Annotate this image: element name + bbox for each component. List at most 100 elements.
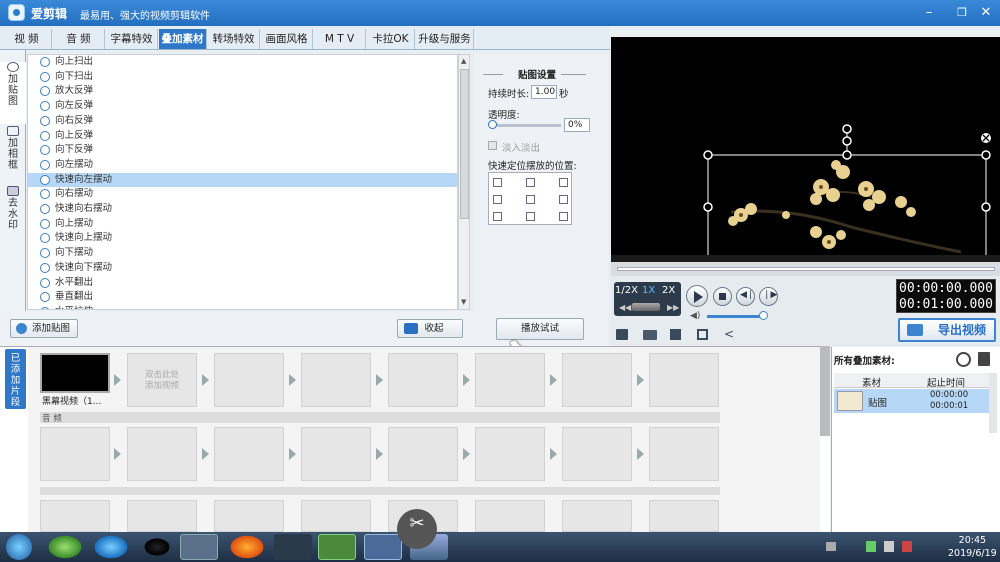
effect-list-item[interactable]: 水平拉伸 — [28, 305, 457, 309]
back-icon[interactable] — [956, 352, 971, 367]
radio-button-icon[interactable] — [40, 86, 50, 97]
radio-button-icon[interactable] — [40, 277, 50, 288]
overlay-item-row[interactable]: 贴图 00:00:00 00:00:01 — [834, 389, 996, 413]
radio-button-icon[interactable] — [40, 204, 50, 214]
radio-button-icon[interactable] — [40, 248, 50, 259]
tab-overlay-material[interactable]: 叠加素材 — [159, 29, 207, 49]
security-shield-icon[interactable] — [318, 534, 356, 560]
video-slot[interactable] — [388, 353, 458, 407]
radio-button-icon[interactable] — [40, 71, 50, 82]
collapse-button[interactable]: 收起 — [397, 319, 463, 338]
taskbar-app-icon[interactable] — [274, 534, 312, 560]
track-slot[interactable] — [301, 500, 371, 532]
effect-list-item[interactable]: 快速向左摆动 — [28, 172, 457, 188]
rewind-icon[interactable]: ◀◀ — [619, 303, 631, 312]
audio-slot[interactable] — [649, 427, 719, 481]
video-slot[interactable] — [562, 353, 632, 407]
timeline-scrollbar[interactable] — [820, 346, 830, 436]
opacity-input[interactable]: 0% — [564, 118, 590, 132]
effect-list-item[interactable]: 向左反弹 — [28, 99, 457, 114]
tab-karaoke[interactable]: 卡拉OK — [367, 29, 415, 49]
scroll-up-icon[interactable]: ▲ — [461, 57, 466, 65]
radio-button-icon[interactable] — [40, 189, 50, 200]
position-bottom-left[interactable] — [493, 212, 502, 221]
audio-slot[interactable] — [301, 427, 371, 481]
next-frame-button[interactable]: ❘▶ — [759, 287, 778, 306]
tab-picture-style[interactable]: 画面风格 — [261, 29, 313, 49]
effect-list-item[interactable]: 快速向下摆动 — [28, 261, 457, 276]
radio-button-icon[interactable] — [40, 57, 50, 67]
effect-list-item[interactable]: 垂直翻出 — [28, 290, 457, 305]
track-slot[interactable] — [475, 500, 545, 532]
radio-button-icon[interactable] — [40, 115, 50, 126]
effect-list-item[interactable]: 向下摆动 — [28, 246, 457, 261]
radio-button-icon[interactable] — [40, 145, 50, 156]
effect-list-item[interactable]: 向下扫出 — [28, 70, 457, 85]
tab-transition-effects[interactable]: 转场特效 — [208, 29, 260, 49]
tray-icon[interactable] — [866, 541, 876, 552]
speed-half-button[interactable]: 1/2X — [615, 285, 638, 296]
scroll-down-icon[interactable]: ▼ — [461, 298, 466, 306]
audio-slot[interactable] — [388, 427, 458, 481]
seek-bar[interactable]: ⌄ — [611, 262, 1000, 280]
open-folder-icon[interactable] — [643, 330, 657, 340]
effect-list-item[interactable]: 向右反弹 — [28, 114, 457, 129]
system-clock[interactable]: 20:45 2019/6/19 — [948, 534, 997, 560]
firefox-icon[interactable] — [228, 534, 266, 560]
minimize-button[interactable]: – — [915, 3, 943, 23]
tab-subtitle-effects[interactable]: 字幕特效 — [106, 29, 158, 49]
effect-list-item[interactable]: 水平翻出 — [28, 276, 457, 291]
video-slot[interactable] — [649, 353, 719, 407]
audio-slot[interactable] — [40, 427, 110, 481]
position-bottom-center[interactable] — [526, 212, 535, 221]
audio-slot[interactable] — [214, 427, 284, 481]
effect-list-scrollbar[interactable]: ▲ ▼ — [458, 54, 470, 310]
radio-button-icon[interactable] — [40, 101, 50, 112]
audio-slot[interactable] — [127, 427, 197, 481]
qq-icon[interactable] — [138, 534, 176, 560]
taskbar-app-icon[interactable] — [92, 534, 130, 560]
close-button[interactable]: ✕ — [972, 3, 1000, 23]
audio-slot[interactable] — [562, 427, 632, 481]
black-clip-thumbnail[interactable] — [40, 353, 110, 393]
sticker-selection-box[interactable] — [703, 124, 991, 255]
opacity-slider-handle[interactable] — [488, 120, 497, 129]
play-test-button[interactable]: 播放试试 — [496, 318, 584, 340]
track-slot[interactable] — [649, 500, 719, 532]
volume-icon[interactable]: ◀) — [690, 311, 700, 321]
video-slot[interactable] — [214, 353, 284, 407]
volume-slider[interactable] — [707, 315, 767, 318]
position-center[interactable] — [526, 195, 535, 204]
side-tab-add-frame[interactable]: 加相框 — [0, 126, 26, 182]
speed-1x-button[interactable]: 1X — [642, 285, 655, 296]
effect-list-item[interactable]: 向上摆动 — [28, 217, 457, 232]
position-top-right[interactable] — [559, 178, 568, 187]
tab-audio[interactable]: 音 频 — [53, 29, 105, 49]
radio-button-icon[interactable] — [40, 159, 50, 170]
effect-list-item[interactable]: 快速向上摆动 — [28, 231, 457, 246]
speed-slider[interactable] — [632, 303, 660, 311]
start-button[interactable] — [6, 534, 32, 560]
file-explorer-icon[interactable] — [180, 534, 218, 560]
video-slot[interactable] — [301, 353, 371, 407]
radio-button-icon[interactable] — [40, 306, 50, 309]
volume-handle[interactable] — [759, 311, 768, 320]
position-middle-right[interactable] — [559, 195, 568, 204]
track-slot[interactable] — [40, 500, 110, 532]
video-preview[interactable] — [611, 37, 1000, 255]
effect-list-item[interactable]: 放大反弹 — [28, 84, 457, 99]
tab-mtv[interactable]: M T V — [314, 29, 366, 49]
radio-button-icon[interactable] — [40, 233, 50, 244]
side-tab-remove-watermark[interactable]: 去水印 — [0, 186, 26, 242]
effect-list-item[interactable]: 向右摆动 — [28, 187, 457, 202]
add-sticker-button[interactable]: 添加贴图 — [10, 319, 78, 338]
position-middle-left[interactable] — [493, 195, 502, 204]
new-file-icon[interactable] — [616, 329, 628, 340]
aijianji-taskbar-icon[interactable] — [364, 534, 402, 560]
radio-button-icon[interactable] — [40, 174, 50, 185]
speed-2x-button[interactable]: 2X — [662, 285, 675, 296]
edit-icon[interactable] — [697, 329, 708, 340]
radio-button-icon[interactable] — [40, 130, 50, 141]
tray-icon[interactable] — [826, 542, 836, 551]
opacity-slider[interactable] — [489, 124, 561, 127]
